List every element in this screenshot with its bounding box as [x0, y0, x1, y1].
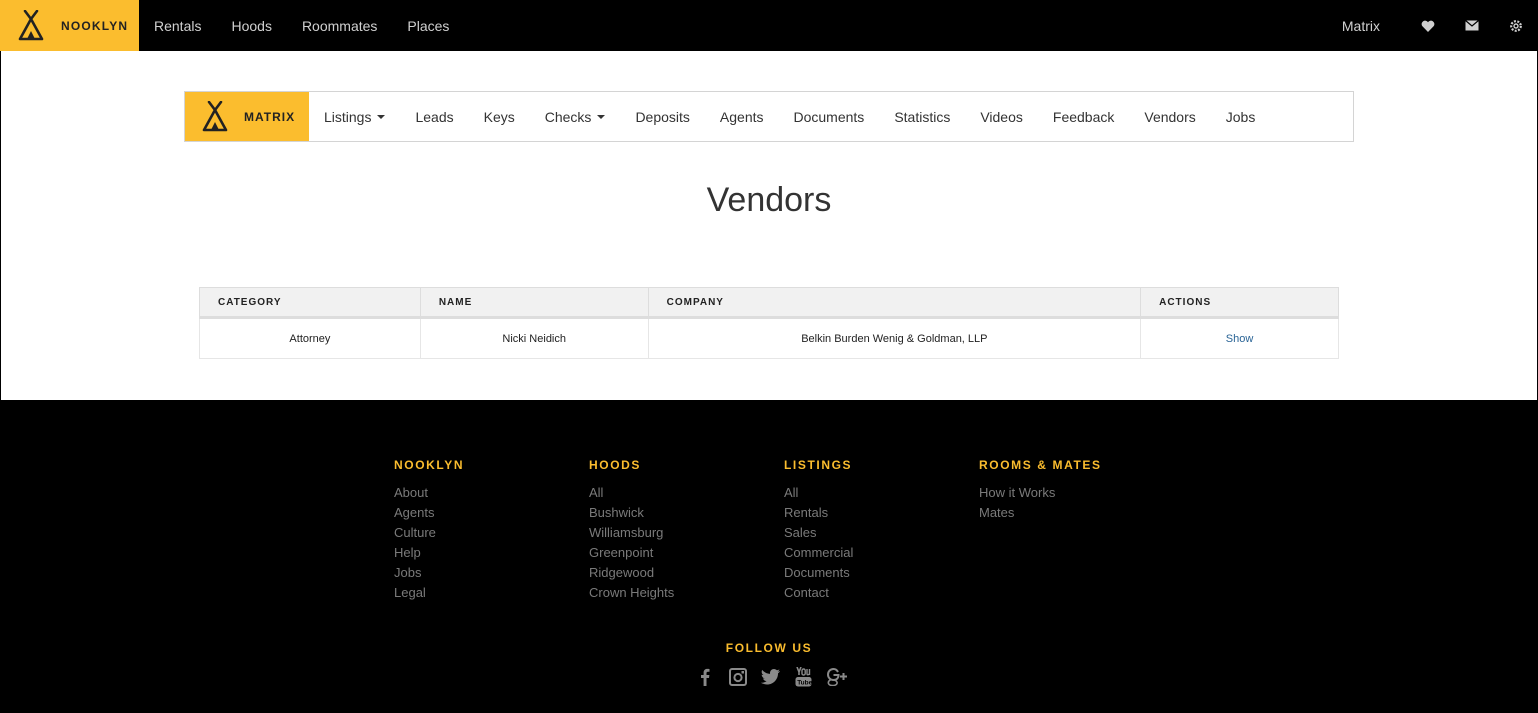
footer-link[interactable]: How it Works — [979, 483, 1102, 503]
matrix-brand-link[interactable]: MATRIX — [185, 92, 309, 141]
footer-link[interactable]: Contact — [784, 583, 853, 603]
cell-actions: Show — [1140, 317, 1339, 359]
footer-link[interactable]: All — [784, 483, 853, 503]
footer-link[interactable]: Agents — [394, 503, 464, 523]
footer-link[interactable]: Commercial — [784, 543, 853, 563]
footer-link[interactable]: Williamsburg — [589, 523, 674, 543]
cell-name: Nicki Neidich — [419, 317, 649, 359]
facebook-icon[interactable] — [688, 664, 721, 690]
footer-link[interactable]: Rentals — [784, 503, 853, 523]
nav-places[interactable]: Places — [392, 18, 464, 34]
svg-text:Tube: Tube — [797, 680, 812, 687]
footer-column-rooms-mates: ROOMS & MATES How it Works Mates — [979, 458, 1102, 523]
footer-link[interactable]: Legal — [394, 583, 464, 603]
footer-link[interactable]: Sales — [784, 523, 853, 543]
footer: NOOKLYN About Agents Culture Help Jobs L… — [0, 400, 1538, 713]
vendors-table: CATEGORY NAME COMPANY ACTIONS Attorney N… — [199, 287, 1339, 359]
footer-heading: HOODS — [589, 458, 642, 472]
subnav-keys[interactable]: Keys — [469, 109, 530, 125]
show-link[interactable]: Show — [1226, 333, 1254, 345]
footer-link[interactable]: About — [394, 483, 464, 503]
column-header-name[interactable]: NAME — [419, 287, 649, 319]
footer-heading: NOOKLYN — [394, 458, 465, 472]
footer-link[interactable]: Mates — [979, 503, 1102, 523]
top-right-nav: Matrix — [1342, 0, 1538, 51]
nav-matrix[interactable]: Matrix — [1342, 18, 1380, 34]
brand-name: NOOKLYN — [61, 18, 129, 33]
page-title: Vendors — [706, 181, 832, 219]
subnav-deposits[interactable]: Deposits — [620, 109, 704, 125]
matrix-subnav-links: Listings Leads Keys Checks Deposits Agen… — [309, 92, 1270, 141]
brand-logo-link[interactable]: NOOKLYN — [0, 0, 139, 51]
table-row: Attorney Nicki Neidich Belkin Burden Wen… — [199, 317, 1339, 359]
heart-icon[interactable] — [1406, 20, 1450, 32]
follow-us-heading: FOLLOW US — [725, 641, 813, 655]
footer-link[interactable]: Jobs — [394, 563, 464, 583]
subnav-vendors[interactable]: Vendors — [1129, 109, 1210, 125]
cell-category: Attorney — [199, 317, 421, 359]
instagram-icon[interactable] — [721, 664, 754, 690]
footer-link[interactable]: Documents — [784, 563, 853, 583]
caret-down-icon — [377, 114, 386, 119]
subnav-leads[interactable]: Leads — [400, 109, 468, 125]
subnav-checks[interactable]: Checks — [530, 109, 621, 125]
nav-roommates[interactable]: Roommates — [287, 18, 392, 34]
caret-down-icon — [597, 114, 606, 119]
cell-company: Belkin Burden Wenig & Goldman, LLP — [647, 317, 1142, 359]
subnav-videos[interactable]: Videos — [965, 109, 1038, 125]
footer-link[interactable]: Crown Heights — [589, 583, 674, 603]
column-header-category[interactable]: CATEGORY — [199, 287, 421, 319]
footer-column-listings: LISTINGS All Rentals Sales Commercial Do… — [784, 458, 853, 603]
gear-icon[interactable] — [1494, 19, 1538, 33]
matrix-brand-name: MATRIX — [244, 109, 296, 124]
subnav-listings[interactable]: Listings — [309, 109, 400, 125]
table-header-row: CATEGORY NAME COMPANY ACTIONS — [199, 287, 1339, 319]
footer-column-hoods: HOODS All Bushwick Williamsburg Greenpoi… — [589, 458, 674, 603]
subnav-statistics[interactable]: Statistics — [879, 109, 965, 125]
main-content: MATRIX Listings Leads Keys Checks Deposi… — [1, 51, 1537, 400]
mail-icon[interactable] — [1450, 20, 1494, 31]
matrix-subnav: MATRIX Listings Leads Keys Checks Deposi… — [184, 91, 1354, 142]
google-plus-icon[interactable] — [820, 664, 853, 690]
subnav-listings-label: Listings — [324, 108, 372, 125]
subnav-jobs[interactable]: Jobs — [1211, 109, 1271, 125]
footer-link[interactable]: All — [589, 483, 674, 503]
teepee-logo-icon — [202, 100, 228, 131]
nav-hoods[interactable]: Hoods — [216, 18, 286, 34]
footer-link[interactable]: Help — [394, 543, 464, 563]
footer-link[interactable]: Culture — [394, 523, 464, 543]
youtube-icon[interactable]: Tube — [787, 664, 820, 690]
footer-link[interactable]: Bushwick — [589, 503, 674, 523]
main-nav: Rentals Hoods Roommates Places — [139, 0, 464, 51]
nav-rentals[interactable]: Rentals — [139, 18, 216, 34]
footer-column-nooklyn: NOOKLYN About Agents Culture Help Jobs L… — [394, 458, 464, 603]
footer-heading: ROOMS & MATES — [979, 458, 1102, 472]
teepee-logo-icon — [18, 9, 44, 40]
social-links: Tube — [688, 664, 853, 690]
subnav-agents[interactable]: Agents — [705, 109, 779, 125]
subnav-feedback[interactable]: Feedback — [1038, 109, 1129, 125]
twitter-icon[interactable] — [754, 664, 787, 690]
subnav-documents[interactable]: Documents — [779, 109, 880, 125]
top-navbar: NOOKLYN Rentals Hoods Roommates Places M… — [0, 0, 1538, 51]
footer-heading: LISTINGS — [784, 458, 853, 472]
footer-link[interactable]: Greenpoint — [589, 543, 674, 563]
column-header-company[interactable]: COMPANY — [647, 287, 1142, 319]
footer-link[interactable]: Ridgewood — [589, 563, 674, 583]
subnav-checks-label: Checks — [544, 108, 592, 125]
column-header-actions: ACTIONS — [1140, 287, 1339, 319]
